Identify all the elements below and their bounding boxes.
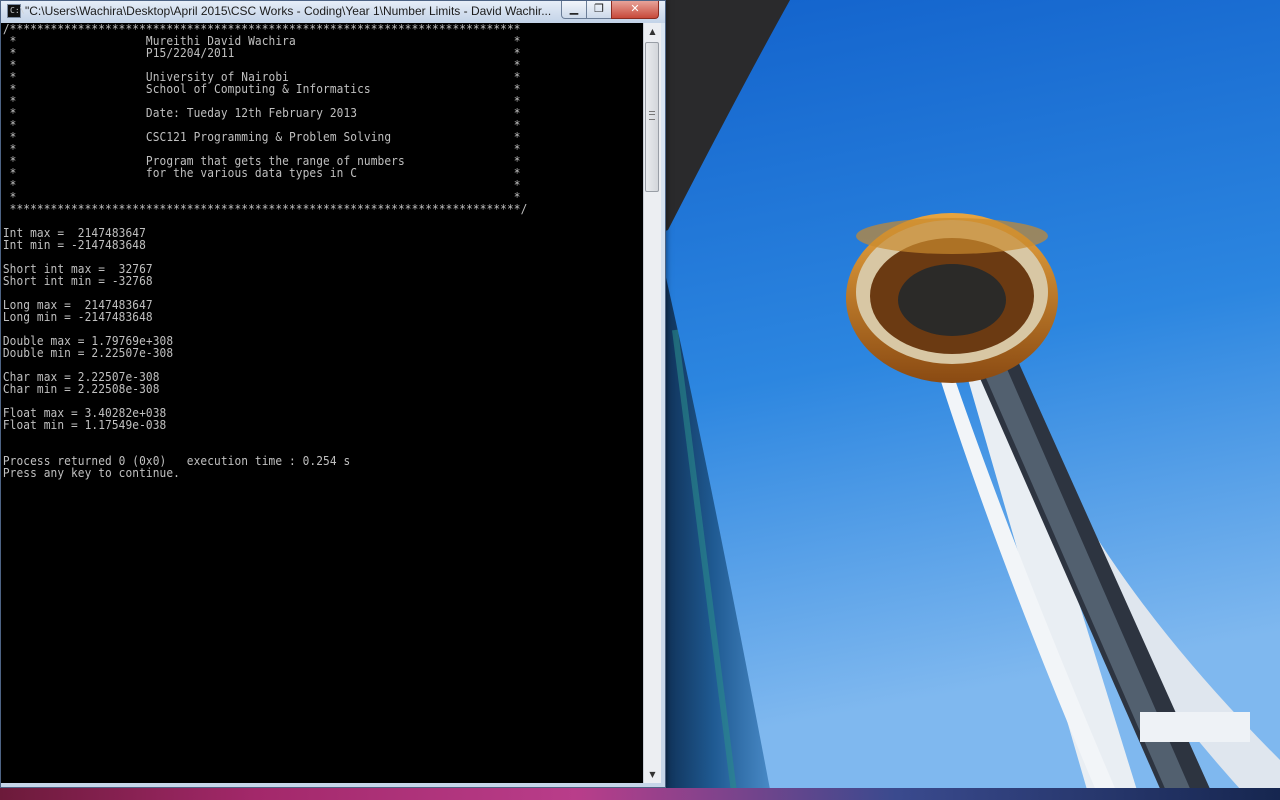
console-output-text: /***************************************…	[1, 23, 598, 479]
console-app-icon[interactable]: C:\	[7, 4, 25, 18]
console-line: Long min = -2147483648	[2, 310, 153, 324]
window-title: "C:\Users\Wachira\Desktop\April 2015\CSC…	[25, 4, 552, 18]
console-line: Press any key to continue.	[2, 466, 180, 480]
console-line: Char min = 2.22508e-308	[2, 382, 160, 396]
console-line: Int min = -2147483648	[2, 238, 146, 252]
console-icon-label: C:\	[10, 6, 25, 15]
console-line: Short int min = -32768	[2, 274, 153, 288]
scroll-down-arrow-icon[interactable]: ▼	[644, 766, 661, 783]
minimize-icon: ▁	[569, 2, 579, 15]
scroll-up-arrow-icon[interactable]: ▲	[644, 23, 661, 40]
restore-button[interactable]: ❐	[586, 1, 612, 19]
scrollbar-thumb[interactable]	[645, 42, 659, 192]
taskbar-edge[interactable]	[0, 788, 1280, 800]
console-output-area[interactable]: /***************************************…	[1, 23, 643, 783]
vertical-scrollbar[interactable]: ▲ ▼	[643, 23, 661, 783]
restore-icon: ❐	[594, 2, 604, 15]
minimize-button[interactable]: ▁	[561, 1, 587, 19]
console-line: Double min = 2.22507e-308	[2, 346, 174, 360]
console-window[interactable]: C:\ "C:\Users\Wachira\Desktop\April 2015…	[0, 0, 666, 788]
title-bar[interactable]: C:\ "C:\Users\Wachira\Desktop\April 2015…	[1, 1, 665, 23]
scrollbar-grip-icon	[649, 111, 655, 120]
close-button[interactable]: ✕	[611, 1, 659, 19]
console-line: Float min = 1.17549e-038	[2, 418, 167, 432]
close-icon: ✕	[630, 2, 640, 15]
console-line: ****************************************…	[2, 202, 528, 216]
